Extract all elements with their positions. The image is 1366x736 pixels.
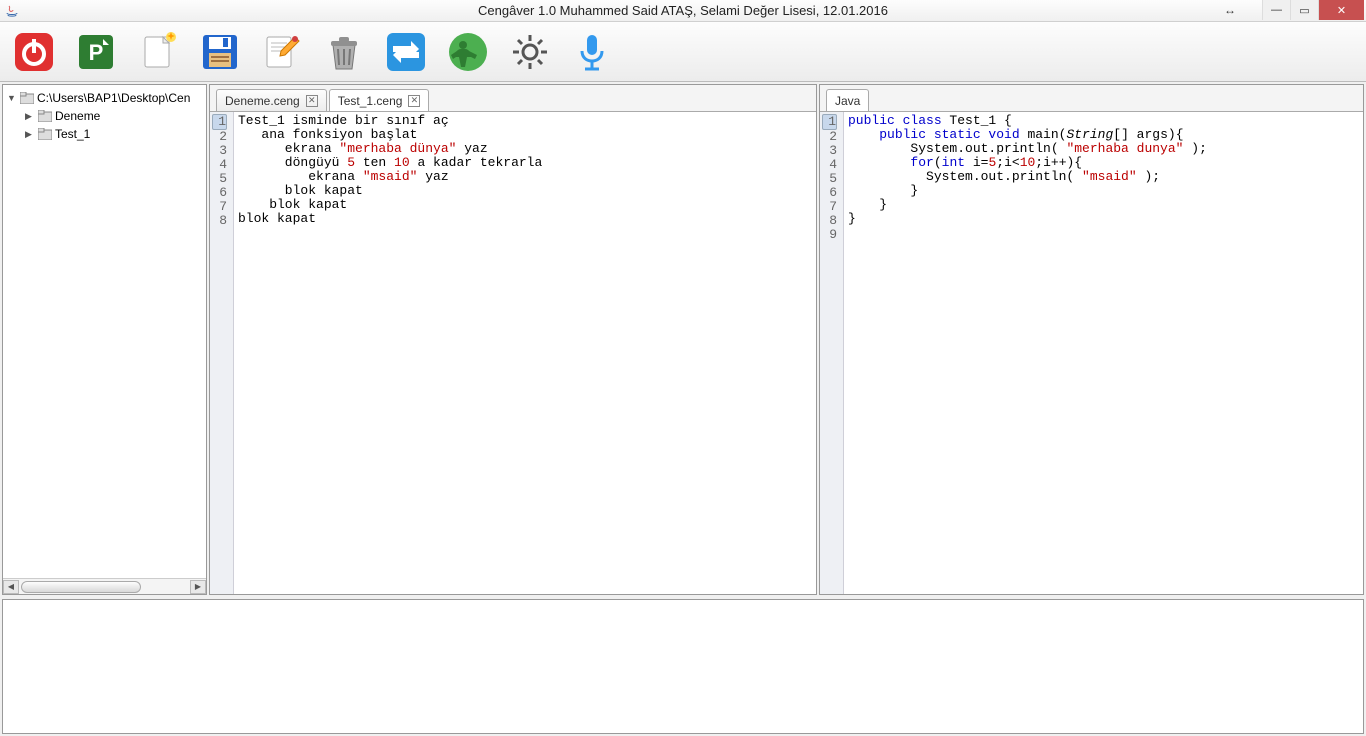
- folder-icon: [37, 127, 53, 141]
- tree-root[interactable]: ▼ C:\Users\BAP1\Desktop\Cen: [5, 89, 204, 107]
- folder-icon: [37, 109, 53, 123]
- window-controls: — ▭ ✕: [1262, 0, 1364, 20]
- tab-label: Deneme.ceng: [225, 94, 300, 108]
- source-code-area[interactable]: 1 2 3 4 5 6 7 8 Test_1 isminde bir sınıf…: [210, 111, 816, 594]
- window-title: Cengâver 1.0 Muhammed Said ATAŞ, Selami …: [478, 3, 888, 18]
- tree-item[interactable]: ▶ Test_1: [5, 125, 204, 143]
- titlebar: Cengâver 1.0 Muhammed Said ATAŞ, Selami …: [0, 0, 1366, 22]
- file-tree[interactable]: ▼ C:\Users\BAP1\Desktop\Cen ▶ Deneme ▶ T…: [3, 85, 206, 578]
- microphone-button[interactable]: [568, 28, 616, 76]
- tab-java[interactable]: Java: [826, 89, 869, 111]
- scroll-track[interactable]: [19, 580, 190, 594]
- tab-label: Java: [835, 94, 860, 108]
- file-tree-panel: ▼ C:\Users\BAP1\Desktop\Cen ▶ Deneme ▶ T…: [2, 84, 207, 595]
- tab-test1[interactable]: Test_1.ceng ✕: [329, 89, 430, 111]
- code-text[interactable]: Test_1 isminde bir sınıf aç ana fonksiyo…: [234, 112, 816, 594]
- transfer-button[interactable]: [382, 28, 430, 76]
- editor-tabs: Deneme.ceng ✕ Test_1.ceng ✕: [210, 85, 816, 111]
- line-gutter: 1 2 3 4 5 6 7 8 9: [820, 112, 844, 594]
- line-gutter: 1 2 3 4 5 6 7 8: [210, 112, 234, 594]
- code-text[interactable]: public class Test_1 { public static void…: [844, 112, 1363, 594]
- scroll-left-button[interactable]: ◀: [3, 580, 19, 594]
- expand-icon[interactable]: ▶: [25, 129, 37, 140]
- tab-deneme[interactable]: Deneme.ceng ✕: [216, 89, 327, 111]
- minimize-button[interactable]: —: [1262, 0, 1290, 20]
- main-toolbar: P: [0, 22, 1366, 82]
- tab-close-icon[interactable]: ✕: [306, 95, 318, 107]
- java-output-panel: Java 1 2 3 4 5 6 7 8 9 public class Test…: [819, 84, 1364, 595]
- output-tabs: Java: [820, 85, 1363, 111]
- expand-icon[interactable]: ▶: [25, 111, 37, 122]
- java-app-icon: [4, 3, 20, 19]
- tree-item-label: Deneme: [55, 109, 100, 123]
- delete-button[interactable]: [320, 28, 368, 76]
- project-button[interactable]: P: [72, 28, 120, 76]
- tree-item[interactable]: ▶ Deneme: [5, 107, 204, 125]
- svg-text:P: P: [89, 40, 104, 65]
- tree-root-label: C:\Users\BAP1\Desktop\Cen: [37, 91, 190, 105]
- source-editor-panel: Deneme.ceng ✕ Test_1.ceng ✕ 1 2 3 4 5 6 …: [209, 84, 817, 595]
- main-area: ▼ C:\Users\BAP1\Desktop\Cen ▶ Deneme ▶ T…: [0, 82, 1366, 597]
- power-button[interactable]: [10, 28, 58, 76]
- tree-item-label: Test_1: [55, 127, 90, 141]
- settings-button[interactable]: [506, 28, 554, 76]
- folder-icon: [19, 91, 35, 105]
- console-panel[interactable]: [2, 599, 1364, 734]
- expand-icon[interactable]: ▼: [7, 93, 19, 103]
- close-button[interactable]: ✕: [1318, 0, 1364, 20]
- new-file-button[interactable]: [134, 28, 182, 76]
- tab-close-icon[interactable]: ✕: [408, 95, 420, 107]
- java-code-area[interactable]: 1 2 3 4 5 6 7 8 9 public class Test_1 { …: [820, 111, 1363, 594]
- resize-grip-icon: ↔: [1224, 3, 1236, 17]
- run-button[interactable]: [444, 28, 492, 76]
- save-button[interactable]: [196, 28, 244, 76]
- edit-button[interactable]: [258, 28, 306, 76]
- tree-horizontal-scrollbar[interactable]: ◀ ▶: [3, 578, 206, 594]
- scroll-thumb[interactable]: [21, 581, 141, 593]
- maximize-button[interactable]: ▭: [1290, 0, 1318, 20]
- tab-label: Test_1.ceng: [338, 94, 403, 108]
- scroll-right-button[interactable]: ▶: [190, 580, 206, 594]
